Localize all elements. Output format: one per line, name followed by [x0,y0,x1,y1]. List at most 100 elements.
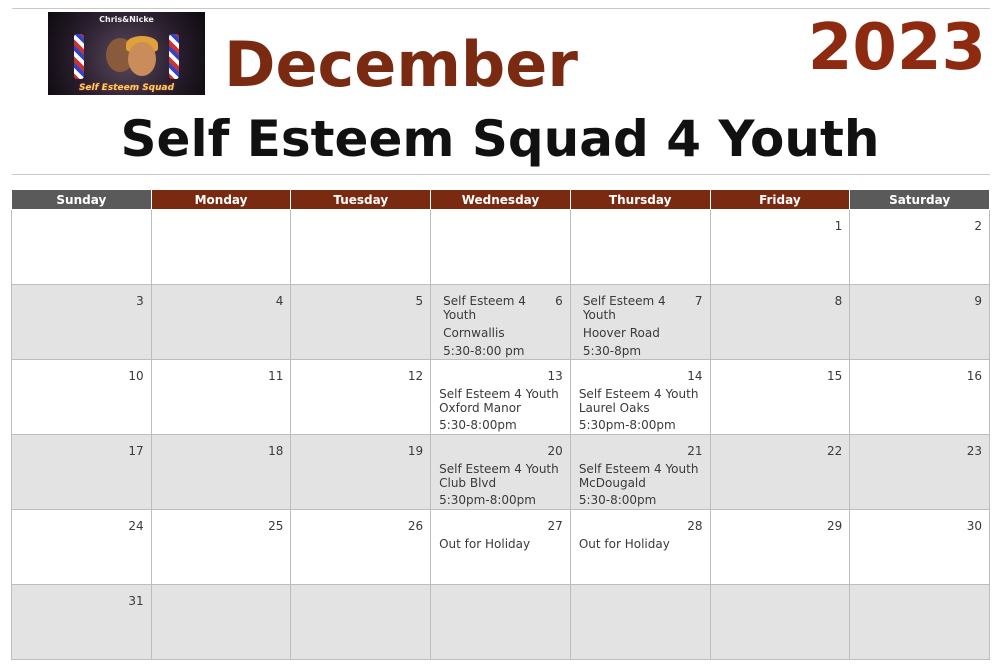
day-number: 28 [687,519,703,533]
weekday-header: Thursday [569,189,711,210]
calendar-day-cell[interactable]: 5 [290,284,432,360]
calendar-day-cell[interactable]: 29 [709,509,851,585]
logo-top-text: Chris&Nicke [99,15,154,24]
day-number: 25 [268,519,284,533]
calendar-day-cell[interactable]: 11 [150,359,292,435]
calendar-day-cell[interactable] [849,584,990,660]
day-number: 9 [974,294,982,308]
day-number: 11 [268,369,284,383]
calendar-day-cell[interactable]: 24 [11,509,152,585]
calendar-day-cell[interactable]: 26 [290,509,432,585]
calendar-day-cell[interactable]: 27 Out for Holiday [430,509,571,585]
calendar-day-cell[interactable]: 15 [709,359,851,435]
calendar-day-cell[interactable]: 10 [11,359,152,435]
day-number: 17 [128,444,144,458]
calendar-event[interactable]: Self Esteem 4 Youth Laurel Oaks 5:30pm-8:0… [579,387,706,432]
calendar-day-cell[interactable] [430,584,571,660]
month-heading: December [224,28,578,101]
year-heading: 2023 [807,11,986,85]
logo-bottom-text: Self Esteem Squad [78,83,175,93]
barber-pole-icon [169,34,179,79]
weekday-header: Sunday [11,189,152,210]
weekday-header: Friday [709,189,851,210]
event-title: Self Esteem 4 Youth [443,294,526,322]
event-title: Out for Holiday [578,537,670,551]
event-location: Cornwallis [443,326,505,340]
event-time: 5:30-8:00pm [439,418,517,432]
calendar-day-cell[interactable] [569,209,711,285]
calendar-day-cell[interactable]: 23 [849,434,990,510]
calendar-event[interactable]: Self Esteem 4 Youth Oxford Manor 5:30-8:00… [439,387,566,432]
calendar-day-cell[interactable]: 14 Self Esteem 4 Youth Laurel Oaks 5:30pm-8… [569,359,711,435]
calendar-day-cell[interactable]: 19 [290,434,432,510]
calendar-day-cell[interactable]: 16 [849,359,990,435]
event-title: Self Esteem 4 Youth [578,462,699,476]
calendar-day-cell[interactable]: 9 [849,284,990,360]
calendar-day-cell[interactable]: 20 Self Esteem 4 Youth Club Blvd 5:30pm-8:0… [430,434,571,510]
calendar-week-row: 10 11 12 13 Self Esteem 4 Youth Oxford Manor 5… [11,359,990,435]
day-number: 26 [407,519,424,533]
day-number: 19 [407,444,424,458]
calendar-day-cell[interactable]: 7 Self Esteem 4 Youth Hoover Road 5:30-8pm [569,284,711,360]
weekday-header: Saturday [849,189,990,210]
event-title: Self Esteem 4 Youth [578,387,699,401]
event-title: Self Esteem 4 Youth [439,462,559,476]
day-number: 13 [547,369,563,383]
calendar-day-cell[interactable]: 21 Self Esteem 4 Youth McDougald 5:30-8:00p… [569,434,711,510]
day-number: 27 [547,519,563,533]
calendar-day-cell[interactable]: 30 [849,509,990,585]
calendar-day-cell[interactable]: 25 [150,509,292,585]
calendar-event[interactable]: Self Esteem 4 Youth Club Blvd 5:30pm-8:00p… [439,462,566,507]
calendar-day-cell[interactable] [150,209,292,285]
event-location: Oxford Manor [439,401,521,415]
calendar-day-cell[interactable]: 22 [709,434,851,510]
header-divider [12,174,990,175]
day-number: 18 [268,444,284,458]
day-number: 12 [407,369,424,383]
calendar-day-cell[interactable] [290,584,432,660]
day-number: 1 [834,219,843,233]
weekday-header: Monday [150,189,292,210]
calendar-day-cell[interactable]: 31 [11,584,152,660]
page-title: Self Esteem Squad 4 Youth [120,110,880,168]
calendar-event[interactable]: Self Esteem 4 Youth Cornwallis 5:30-8:00 p… [443,294,566,358]
calendar-day-cell[interactable] [150,584,292,660]
person-photo [128,42,156,76]
day-number: 2 [974,219,982,233]
squad-logo-image: Chris&Nicke Self Esteem Squad [48,12,205,95]
calendar-day-cell[interactable]: 3 [11,284,152,360]
calendar-event[interactable]: Out for Holiday [579,537,706,551]
calendar-day-cell[interactable]: 8 [709,284,851,360]
calendar-day-cell[interactable]: 12 [290,359,432,435]
calendar-day-cell[interactable]: 17 [11,434,152,510]
calendar-day-cell[interactable] [709,584,851,660]
calendar-grid: Sunday Monday Tuesday Wednesday Thursday… [11,189,990,660]
calendar-day-cell[interactable]: 4 [150,284,292,360]
calendar-event[interactable]: Out for Holiday [439,537,566,551]
calendar-day-cell[interactable] [11,209,152,285]
calendar-day-cell[interactable] [569,584,711,660]
event-time: 5:30pm-8:00pm [578,418,676,432]
calendar-day-cell[interactable]: 1 [709,209,851,285]
day-number: 23 [966,444,982,458]
calendar-day-cell[interactable]: 18 [150,434,292,510]
day-number: 20 [547,444,563,458]
day-number: 8 [834,294,843,308]
calendar-event[interactable]: Self Esteem 4 Youth McDougald 5:30-8:00pm [579,462,706,507]
event-location: McDougald [578,476,646,490]
day-number: 21 [687,444,703,458]
event-location: Hoover Road [582,326,660,340]
calendar-day-cell[interactable] [430,209,571,285]
event-location: Club Blvd [439,476,497,490]
calendar-day-cell[interactable]: 6 Self Esteem 4 Youth Cornwallis 5:30-8:00 … [430,284,571,360]
day-number: 14 [687,369,703,383]
day-number: 22 [826,444,843,458]
day-number: 3 [136,294,144,308]
calendar-week-row: 31 [11,584,990,660]
calendar-day-cell[interactable]: 13 Self Esteem 4 Youth Oxford Manor 5:30-8:… [430,359,571,435]
day-number: 31 [128,594,144,608]
calendar-event[interactable]: Self Esteem 4 Youth Hoover Road 5:30-8pm [583,294,706,358]
calendar-day-cell[interactable]: 28 Out for Holiday [569,509,711,585]
calendar-day-cell[interactable]: 2 [849,209,990,285]
calendar-day-cell[interactable] [290,209,432,285]
